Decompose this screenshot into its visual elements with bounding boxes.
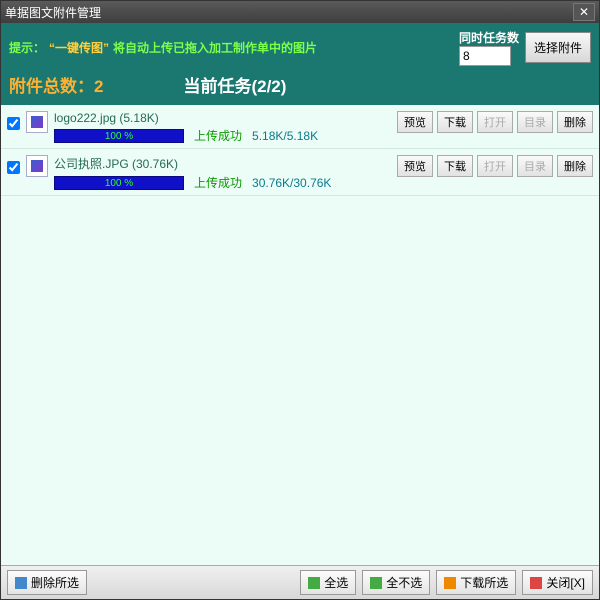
total-count-label: 附件总数：2 xyxy=(9,72,103,97)
item-checkbox[interactable] xyxy=(7,117,20,130)
download-selected-button[interactable]: 下载所选 xyxy=(436,570,516,595)
close-icon xyxy=(530,577,542,589)
select-attachment-button[interactable]: 选择附件 xyxy=(525,32,591,63)
deselect-all-button[interactable]: 全不选 xyxy=(362,570,430,595)
footer-toolbar: 删除所选 全选 全不选 下载所选 关闭[X] xyxy=(1,565,599,599)
concurrent-input[interactable] xyxy=(459,46,511,66)
progress-bar: 100 % xyxy=(54,176,184,190)
delete-selected-button[interactable]: 删除所选 xyxy=(7,570,87,595)
upload-status: 上传成功 xyxy=(194,174,242,191)
close-window-button[interactable]: 关闭[X] xyxy=(522,570,593,595)
check-icon xyxy=(308,577,320,589)
folder-button[interactable]: 目录 xyxy=(517,111,553,133)
close-button[interactable]: ✕ xyxy=(573,3,595,21)
open-button[interactable]: 打开 xyxy=(477,111,513,133)
file-name: logo222.jpg (5.18K) xyxy=(54,109,391,127)
preview-button[interactable]: 预览 xyxy=(397,155,433,177)
preview-button[interactable]: 预览 xyxy=(397,111,433,133)
download-selected-label: 下载所选 xyxy=(460,574,508,591)
thumbnail-icon xyxy=(26,111,48,133)
thumbnail-icon xyxy=(26,155,48,177)
size-text: 5.18K/5.18K xyxy=(252,129,318,143)
concurrent-label: 同时任务数 xyxy=(459,29,519,46)
tip-row: 提示： “一键传图” 将自动上传已拖入加工制作单中的图片 同时任务数 选择附件 xyxy=(9,27,591,72)
file-name: 公司执照.JPG (30.76K) xyxy=(54,153,391,174)
delete-button[interactable]: 删除 xyxy=(557,111,593,133)
folder-button[interactable]: 目录 xyxy=(517,155,553,177)
size-text: 30.76K/30.76K xyxy=(252,176,331,190)
current-task-label: 当前任务(2/2) xyxy=(183,72,286,97)
select-all-label: 全选 xyxy=(324,574,348,591)
list-item: logo222.jpg (5.18K) 100 % 上传成功 5.18K/5.1… xyxy=(1,105,599,149)
close-label: 关闭[X] xyxy=(546,574,585,591)
item-checkbox[interactable] xyxy=(7,161,20,174)
upload-status: 上传成功 xyxy=(194,127,242,144)
delete-selected-label: 删除所选 xyxy=(31,574,79,591)
attachment-manager-window: 单据图文附件管理 ✕ 提示： “一键传图” 将自动上传已拖入加工制作单中的图片 … xyxy=(0,0,600,600)
list-item: 公司执照.JPG (30.76K) 100 % 上传成功 30.76K/30.7… xyxy=(1,149,599,196)
titlebar: 单据图文附件管理 ✕ xyxy=(1,1,599,23)
uncheck-icon xyxy=(370,577,382,589)
deselect-all-label: 全不选 xyxy=(386,574,422,591)
download-icon xyxy=(444,577,456,589)
download-button[interactable]: 下载 xyxy=(437,155,473,177)
delete-button[interactable]: 删除 xyxy=(557,155,593,177)
tip-suffix: 将自动上传已拖入加工制作单中的图片 xyxy=(113,39,317,56)
delete-icon xyxy=(15,577,27,589)
window-title: 单据图文附件管理 xyxy=(5,4,573,21)
progress-bar: 100 % xyxy=(54,129,184,143)
download-button[interactable]: 下载 xyxy=(437,111,473,133)
open-button[interactable]: 打开 xyxy=(477,155,513,177)
header-panel: 提示： “一键传图” 将自动上传已拖入加工制作单中的图片 同时任务数 选择附件 … xyxy=(1,23,599,105)
tip-quote: “一键传图” xyxy=(49,39,109,56)
select-all-button[interactable]: 全选 xyxy=(300,570,356,595)
tip-prefix: 提示： xyxy=(9,39,45,56)
attachment-list: logo222.jpg (5.18K) 100 % 上传成功 5.18K/5.1… xyxy=(1,105,599,565)
